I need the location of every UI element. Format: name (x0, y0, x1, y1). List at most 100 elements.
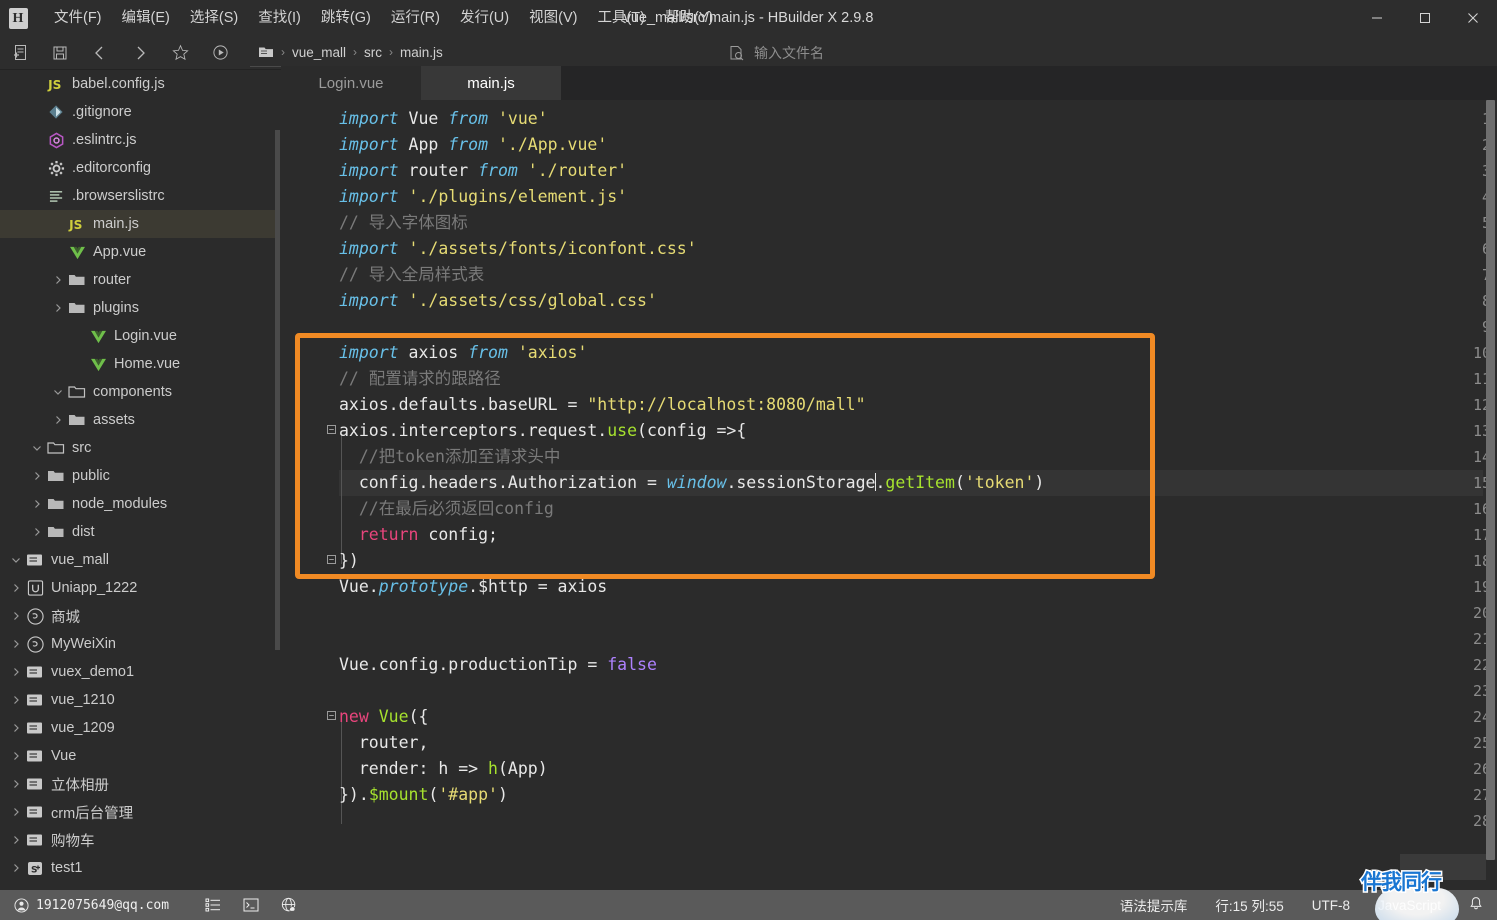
project-tree[interactable]: JS babel.config.js .gitignore .eslintrc.js.… (0, 70, 280, 890)
language-label[interactable]: JavaScript (1378, 898, 1441, 913)
menu-file[interactable]: 文件(F) (44, 4, 112, 32)
chevron-right-icon[interactable] (8, 658, 24, 686)
breadcrumb-item-0[interactable]: vue_mall (292, 45, 346, 60)
code-line[interactable]: axios.interceptors.request.use(config =>… (339, 418, 1497, 444)
menu-edit[interactable]: 编辑(E) (112, 4, 180, 32)
chevron-right-icon[interactable] (8, 742, 24, 770)
encoding-label[interactable]: UTF-8 (1312, 898, 1350, 913)
code-line[interactable] (339, 808, 1497, 834)
code-line[interactable]: Vue.prototype.$http = axios (339, 574, 1497, 600)
tree-item-Home.vue[interactable]: Home.vue (0, 350, 280, 378)
chevron-down-icon[interactable] (50, 378, 66, 406)
fold-toggle[interactable] (325, 548, 337, 574)
file-search-input[interactable]: 输入文件名 (754, 43, 824, 63)
tree-item-public[interactable]: public (0, 462, 280, 490)
tree-item-main.js[interactable]: JS main.js (0, 210, 280, 238)
menu-select[interactable]: 选择(S) (180, 4, 248, 32)
code-line[interactable]: // 导入全局样式表 (339, 262, 1497, 288)
sidebar-scrollbar[interactable] (275, 130, 280, 650)
tree-item-.eslintrc.js[interactable]: .eslintrc.js (0, 126, 280, 154)
terminal-icon[interactable] (243, 897, 259, 913)
tree-item-test1[interactable]: Stest1 (0, 854, 280, 882)
fold-toggle[interactable] (325, 418, 337, 444)
code-line[interactable]: render: h => h(App) (339, 756, 1497, 782)
chevron-right-icon[interactable] (8, 574, 24, 602)
run-icon[interactable] (200, 38, 240, 68)
tree-item-.gitignore[interactable]: .gitignore (0, 98, 280, 126)
tree-item-vue_mall[interactable]: vue_mall (0, 546, 280, 574)
code-line[interactable]: import axios from 'axios' (339, 340, 1497, 366)
code-line[interactable]: import App from './App.vue' (339, 132, 1497, 158)
file-search-bar[interactable]: 输入文件名 (725, 39, 1385, 67)
code-line[interactable]: }).$mount('#app') (339, 782, 1497, 808)
tree-item-App.vue[interactable]: App.vue (0, 238, 280, 266)
tree-item-vuex_demo1[interactable]: vuex_demo1 (0, 658, 280, 686)
chevron-right-icon[interactable] (29, 462, 45, 490)
code-line[interactable]: return config; (339, 522, 1497, 548)
code-line[interactable] (339, 626, 1497, 652)
breadcrumb-item-2[interactable]: main.js (400, 45, 443, 60)
tab-login-vue[interactable]: Login.vue (281, 66, 421, 100)
tree-item-components[interactable]: components (0, 378, 280, 406)
new-file-icon[interactable] (0, 38, 40, 68)
tree-item-Login.vue[interactable]: Login.vue (0, 322, 280, 350)
chevron-right-icon[interactable] (50, 294, 66, 322)
chevron-right-icon[interactable] (8, 602, 24, 630)
breadcrumb-item-1[interactable]: src (364, 45, 382, 60)
forward-icon[interactable] (120, 38, 160, 68)
chevron-right-icon[interactable] (8, 630, 24, 658)
star-icon[interactable] (160, 38, 200, 68)
chevron-down-icon[interactable] (29, 434, 45, 462)
menu-goto[interactable]: 跳转(G) (311, 4, 381, 32)
code-line[interactable]: import './assets/fonts/iconfont.css' (339, 236, 1497, 262)
tree-item-vue_1210[interactable]: vue_1210 (0, 686, 280, 714)
chevron-right-icon[interactable] (29, 518, 45, 546)
editor-vertical-scrollbar[interactable] (1486, 100, 1495, 860)
tree-item-[interactable]: 购物车 (0, 826, 280, 854)
code-line[interactable]: // 配置请求的跟路径 (339, 366, 1497, 392)
chevron-right-icon[interactable] (29, 490, 45, 518)
code-line[interactable]: import router from './router' (339, 158, 1497, 184)
notification-bell-icon[interactable] (1469, 896, 1483, 914)
code-line[interactable]: new Vue({ (339, 704, 1497, 730)
browser-icon[interactable] (281, 897, 298, 914)
chevron-right-icon[interactable] (8, 770, 24, 798)
maximize-button[interactable] (1401, 0, 1449, 36)
tab-main-js[interactable]: main.js (421, 66, 561, 100)
chevron-right-icon[interactable] (8, 686, 24, 714)
chevron-right-icon[interactable] (50, 266, 66, 294)
status-account-area[interactable]: 1912075649@qq.com (0, 897, 298, 914)
minimize-button[interactable] (1353, 0, 1401, 36)
chevron-right-icon[interactable] (8, 714, 24, 742)
code-line[interactable]: import Vue from 'vue' (339, 106, 1497, 132)
code-line[interactable]: Vue.config.productionTip = false (339, 652, 1497, 678)
tree-item-babel.config.js[interactable]: JS babel.config.js (0, 70, 280, 98)
menu-find[interactable]: 查找(I) (248, 4, 311, 32)
code-line[interactable]: //在最后必须返回config (339, 496, 1497, 522)
fold-toggle[interactable] (325, 704, 337, 730)
close-button[interactable] (1449, 0, 1497, 36)
tree-item-assets[interactable]: assets (0, 406, 280, 434)
tree-item-.editorconfig[interactable]: .editorconfig (0, 154, 280, 182)
menu-view[interactable]: 视图(V) (519, 4, 587, 32)
code-line[interactable]: //把token添加至请求头中 (339, 444, 1497, 470)
code-line[interactable]: }) (339, 548, 1497, 574)
breadcrumb[interactable]: › vue_mall › src › main.js (250, 39, 690, 67)
menu-publish[interactable]: 发行(U) (450, 4, 519, 32)
menu-run[interactable]: 运行(R) (381, 4, 450, 32)
back-icon[interactable] (80, 38, 120, 68)
chevron-right-icon[interactable] (8, 826, 24, 854)
tree-item-Uniapp_1222[interactable]: Uniapp_1222 (0, 574, 280, 602)
chevron-right-icon[interactable] (50, 406, 66, 434)
tree-item-plugins[interactable]: plugins (0, 294, 280, 322)
code-line[interactable]: // 导入字体图标 (339, 210, 1497, 236)
code-line[interactable]: config.headers.Authorization = window.se… (339, 470, 1497, 496)
code-line[interactable]: import './plugins/element.js' (339, 184, 1497, 210)
code-line[interactable]: axios.defaults.baseURL = "http://localho… (339, 392, 1497, 418)
tree-item-MyWeiXin[interactable]: MyWeiXin (0, 630, 280, 658)
code-line[interactable]: import './assets/css/global.css' (339, 288, 1497, 314)
save-icon[interactable] (40, 38, 80, 68)
tree-item-src[interactable]: src (0, 434, 280, 462)
tree-item-[interactable]: 商城 (0, 602, 280, 630)
tree-item-vue_1209[interactable]: vue_1209 (0, 714, 280, 742)
